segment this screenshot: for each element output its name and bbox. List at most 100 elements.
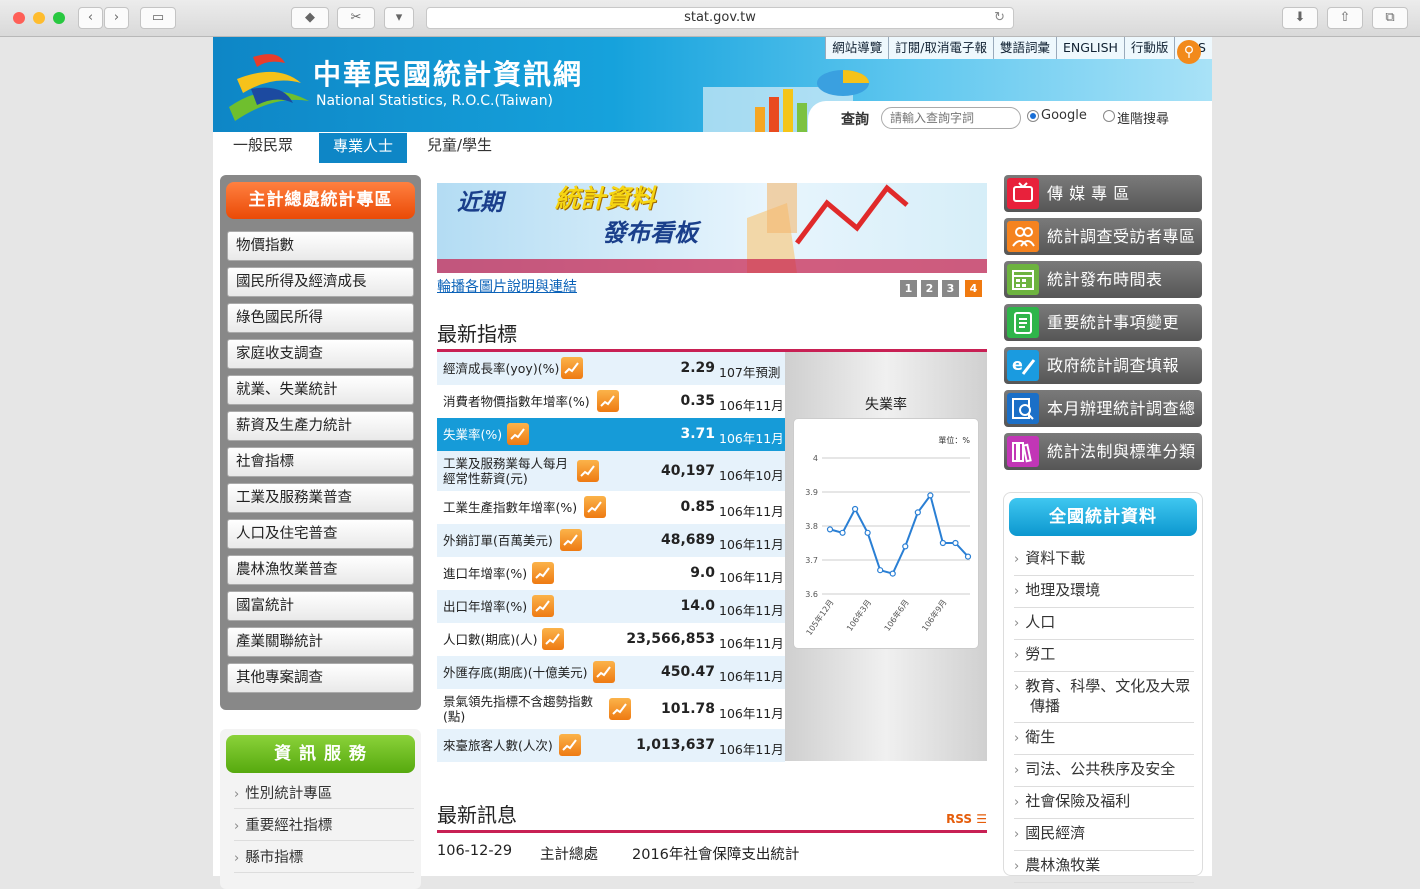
stat-law-classification-label: 統計法制與標準分類 [1047,442,1196,461]
chart-data-point [939,539,947,547]
release-calendar-button[interactable]: 統計發布時間表 [1004,261,1202,298]
national-stats-item[interactable]: › 資料下載 [1014,543,1194,576]
gov-survey-report-button[interactable]: e 政府統計調查填報 [1004,347,1202,384]
media-zone-button[interactable]: 傳 媒 專 區 [1004,175,1202,212]
zoom-window-button[interactable] [53,12,65,24]
carousel-page-2[interactable]: 2 [921,280,938,297]
indicator-row[interactable]: 工業及服務業每人每月經常性薪資(元) 40,197 106年10月 [437,451,785,491]
carousel-page-3[interactable]: 3 [942,280,959,297]
shield-icon[interactable]: ◆ [291,7,329,29]
google-radio[interactable] [1027,110,1039,122]
toplink-sitemap[interactable]: 網站導覽 [825,37,888,59]
national-stats-title[interactable]: 全國統計資料 [1009,498,1197,536]
carousel-caption-link[interactable]: 輪播各圖片說明與連結 [437,276,577,296]
trend-chart-icon[interactable] [577,460,599,482]
info-service-item[interactable]: › 性別統計專區 [234,779,414,809]
tab-students[interactable]: 兒童/學生 [413,134,506,162]
toplink-glossary[interactable]: 雙語詞彙 [992,37,1056,59]
advanced-search-radio[interactable] [1103,110,1115,122]
national-stats-item[interactable]: › 教育、科學、文化及大眾傳播 [1014,671,1194,723]
news-date: 106-12-29 [437,843,513,859]
left-nav-item[interactable]: 物價指數 [227,231,414,261]
national-stats-item[interactable]: › 國民經濟 [1014,818,1194,851]
left-nav-item[interactable]: 其他專案調查 [227,663,414,693]
respondents-zone-button[interactable]: 統計調查受訪者專區 [1004,218,1202,255]
info-service-item[interactable]: › 縣市指標 [234,843,414,873]
left-nav-item[interactable]: 人口及住宅普查 [227,519,414,549]
stat-law-classification-button[interactable]: 統計法制與標準分類 [1004,433,1202,470]
indicator-row[interactable]: 消費者物價指數年增率(%) 0.35 106年11月 [437,385,785,418]
carousel-page-1[interactable]: 1 [900,280,917,297]
trend-chart-icon[interactable] [593,661,615,683]
national-stats-item[interactable]: › 人口 [1014,607,1194,640]
carousel-page-4[interactable]: 4 [965,280,982,297]
trend-chart-icon[interactable] [597,390,619,412]
trend-chart-icon[interactable] [560,529,582,551]
national-stats-item[interactable]: › 衛生 [1014,722,1194,755]
address-bar[interactable]: stat.gov.tw ↻ [426,7,1014,29]
pocket-icon[interactable]: ▾ [384,7,414,29]
trend-chart-icon[interactable] [559,734,581,756]
indicator-value: 23,566,853 [626,631,715,647]
info-service-item[interactable]: › 重要經社指標 [234,811,414,841]
search-button[interactable]: ⚲ [1177,40,1201,64]
left-nav-item[interactable]: 國民所得及經濟成長 [227,267,414,297]
left-nav-item[interactable]: 家庭收支調查 [227,339,414,369]
indicator-row[interactable]: 來臺旅客人數(人次) 1,013,637 106年11月 [437,729,785,762]
banner-text-board: 發布看板 [602,219,698,247]
toplink-english[interactable]: ENGLISH [1056,37,1124,59]
indicator-row[interactable]: 景氣領先指標不含趨勢指數(點) 101.78 106年11月 [437,689,785,729]
indicator-period: 107年預測 [719,365,781,380]
indicator-row[interactable]: 人口數(期底)(人) 23,566,853 106年11月 [437,623,785,656]
major-changes-button[interactable]: 重要統計事項變更 [1004,304,1202,341]
trend-chart-icon[interactable] [532,595,554,617]
indicator-row[interactable]: 外匯存底(期底)(十億美元) 450.47 106年11月 [437,656,785,689]
national-stats-item[interactable]: › 農林漁牧業 [1014,850,1194,883]
sidebar-icon[interactable]: ▭ [140,7,176,29]
tab-general-public[interactable]: 一般民眾 [219,134,307,162]
left-nav-title[interactable]: 主計總處統計專區 [226,182,415,219]
toplink-mobile[interactable]: 行動版 [1123,37,1175,59]
forward-button[interactable]: › [104,7,129,29]
search-input[interactable] [881,107,1021,129]
trend-chart-icon[interactable] [507,423,529,445]
trend-chart-icon[interactable] [561,357,583,379]
left-nav-item[interactable]: 薪資及生產力統計 [227,411,414,441]
national-stats-item[interactable]: › 司法、公共秩序及安全 [1014,754,1194,787]
left-nav-item[interactable]: 工業及服務業普查 [227,483,414,513]
trend-chart-icon[interactable] [532,562,554,584]
download-icon[interactable]: ⬇ [1282,7,1318,29]
minimize-window-button[interactable] [33,12,45,24]
left-nav-item[interactable]: 綠色國民所得 [227,303,414,333]
close-window-button[interactable] [13,12,25,24]
tab-professional[interactable]: 專業人士 [319,133,408,163]
indicator-row[interactable]: 出口年增率(%) 14.0 106年11月 [437,590,785,623]
national-stats-item[interactable]: › 社會保險及福利 [1014,786,1194,819]
left-nav-item[interactable]: 就業、失業統計 [227,375,414,405]
indicator-row[interactable]: 進口年增率(%) 9.0 106年11月 [437,557,785,590]
indicator-row[interactable]: 外銷訂單(百萬美元) 48,689 106年11月 [437,524,785,557]
info-service-title[interactable]: 資 訊 服 務 [226,735,415,773]
national-stats-item[interactable]: › 勞工 [1014,639,1194,672]
left-nav-item[interactable]: 國富統計 [227,591,414,621]
indicator-row-selected[interactable]: 失業率(%) 3.71 106年11月 [437,418,793,451]
indicator-row[interactable]: 工業生產指數年增率(%) 0.85 106年11月 [437,491,785,524]
left-nav-item[interactable]: 社會指標 [227,447,414,477]
share-icon[interactable]: ⇧ [1327,7,1363,29]
rss-link[interactable]: RSS ☰ [946,812,987,826]
national-stats-item[interactable]: › 地理及環境 [1014,575,1194,608]
monthly-surveys-button[interactable]: 本月辦理統計調查總覽 [1004,390,1202,455]
tabs-icon[interactable]: ⧉ [1372,7,1408,29]
left-nav-item[interactable]: 產業關聯統計 [227,627,414,657]
left-nav-item[interactable]: 農林漁牧業普查 [227,555,414,585]
toplink-newsletter[interactable]: 訂閱/取消電子報 [888,37,993,59]
trend-chart-icon[interactable] [542,628,564,650]
back-button[interactable]: ‹ [78,7,103,29]
scissors-icon[interactable]: ✂ [337,7,375,29]
site-logo-icon[interactable] [223,49,311,123]
carousel-banner[interactable]: 近期 統計資料 發布看板 [437,183,987,273]
reload-icon[interactable]: ↻ [994,8,1005,28]
trend-chart-icon[interactable] [584,496,606,518]
indicator-row[interactable]: 經濟成長率(yoy)(%) 2.29 107年預測 [437,352,785,385]
trend-chart-icon[interactable] [609,698,631,720]
